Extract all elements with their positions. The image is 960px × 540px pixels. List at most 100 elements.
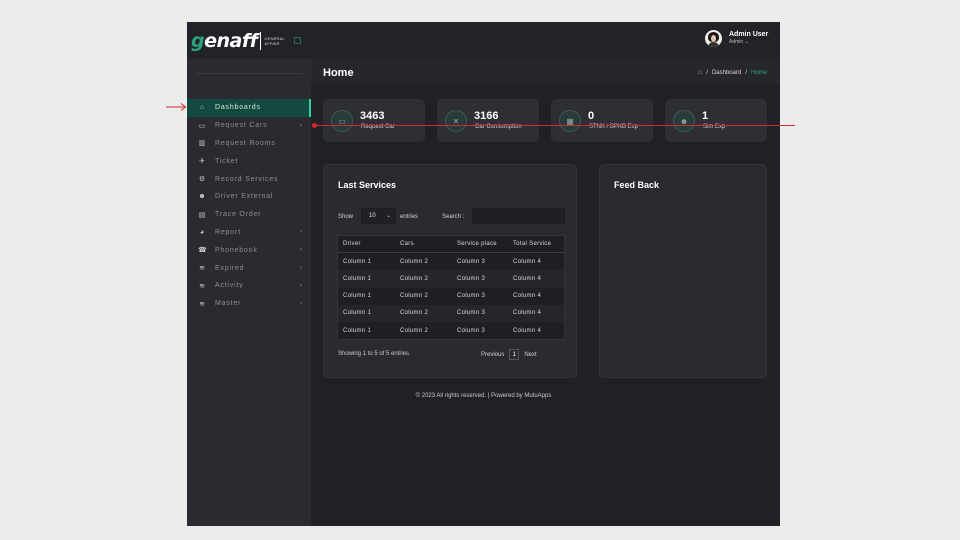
user-name[interactable]: Admin User [729, 31, 768, 38]
sidebar-item-trace-order[interactable]: ▤ Trace Order [187, 206, 311, 224]
table-cell: Column 4 [513, 327, 542, 334]
sidebar-nav: ⌂ Dashboards ▭ Request Cars › ▥ Request Rooms ✈… [187, 99, 311, 313]
search-label: Search : [442, 214, 465, 220]
panel-title: Feed Back [614, 180, 660, 190]
sidebar-toggle-icon[interactable] [293, 37, 301, 44]
chevron-right-icon: › [300, 300, 302, 307]
table-cell: Column 3 [457, 310, 486, 317]
page-header: Home ⌂ / Dashboard / Home [311, 59, 780, 85]
entries-select[interactable]: 10 ⌄ [361, 208, 396, 224]
sidebar-divider [196, 73, 302, 74]
sidebar-item-request-cars[interactable]: ▭ Request Cars › [187, 117, 311, 135]
top-header: Admin User Admin ⌄ [311, 22, 780, 59]
feedback-panel: Feed Back [599, 164, 767, 378]
chevron-right-icon: › [300, 282, 302, 289]
sidebar-item-label: Driver External [215, 193, 274, 201]
stat-value: 0 [588, 110, 595, 122]
chevron-down-icon: ⌄ [385, 213, 391, 219]
sidebar-item-label: Expired [215, 264, 245, 272]
chevron-right-icon: › [300, 229, 302, 236]
phone-icon: ☎ [198, 247, 207, 255]
table-cell: Column 4 [513, 258, 542, 265]
table-header-row: Driver Cars Service place Total Service [338, 236, 564, 254]
table-cell: Column 1 [343, 310, 372, 317]
sidebar-item-label: Trace Order [215, 211, 262, 219]
sidebar-item-label: Phonebook [215, 246, 258, 254]
sidebar-item-label: Master [215, 300, 242, 308]
sidebar-item-activity[interactable]: ≋ Activity › [187, 277, 311, 295]
home-icon: ⌂ [199, 104, 205, 112]
sidebar-item-expired[interactable]: ≋ Expired › [187, 259, 311, 277]
table-cell: Column 4 [513, 275, 542, 282]
sidebar-item-report[interactable]: ◕ Report › [187, 224, 311, 242]
table-cell: Column 4 [513, 310, 542, 317]
stat-value: 1 [702, 110, 709, 122]
breadcrumb-separator: / [745, 69, 747, 76]
sidebar-item-label: Request Cars [215, 122, 268, 130]
app-window: genaff GENERAL AFFAIR ⌂ Dashboards ▭ Request… [187, 22, 780, 526]
breadcrumb: ⌂ / Dashboard / Home [698, 69, 767, 76]
sidebar-item-record-services[interactable]: ⚙ Record Services [187, 170, 311, 188]
table-row[interactable]: Column 1 Column 2 Column 3 Column 4 [338, 270, 564, 288]
table-info: Showing 1 to 5 of 5 entries [338, 351, 410, 357]
breadcrumb-current: Home [750, 69, 767, 76]
page-title: Home [323, 67, 354, 79]
stat-card-stnk-bpkb-exp[interactable]: ▦ 0 STNK / BPKB Exp [551, 99, 653, 142]
logo-wordmark: genaff [191, 29, 258, 52]
previous-button[interactable]: Previous [481, 352, 504, 358]
car-icon: ▭ [331, 110, 353, 132]
table-cell: Column 2 [400, 258, 429, 265]
table-row[interactable]: Column 1 Column 2 Column 3 Column 4 [338, 288, 564, 305]
plane-icon: ✈ [199, 158, 205, 166]
user-role-dropdown[interactable]: Admin ⌄ [729, 39, 749, 45]
logo-divider [260, 31, 262, 50]
column-header[interactable]: Total Service [508, 241, 564, 247]
last-services-panel: Last Services Show 10 ⌄ entries Search :… [323, 164, 577, 378]
table-cell: Column 2 [400, 275, 429, 282]
stat-value: 3463 [360, 110, 385, 122]
column-header[interactable]: Service place [452, 241, 508, 247]
home-icon[interactable]: ⌂ [698, 69, 702, 76]
car-icon: ▭ [198, 122, 206, 130]
user-icon: ☻ [673, 110, 695, 132]
chevron-right-icon: › [300, 247, 302, 254]
table-row[interactable]: Column 1 Column 2 Column 3 Column 4 [338, 253, 564, 270]
stat-card-car-consumption[interactable]: ✕ 3166 Car Consumption [437, 99, 539, 142]
sidebar-item-label: Record Services [215, 175, 279, 183]
brand-logo[interactable]: genaff GENERAL AFFAIR [187, 22, 311, 59]
sidebar-item-request-rooms[interactable]: ▥ Request Rooms [187, 135, 311, 153]
user-icon: ☻ [198, 193, 206, 201]
page-1-button[interactable]: 1 [509, 349, 520, 360]
table-cell: Column 2 [400, 310, 429, 317]
sidebar-item-driver-external[interactable]: ☻ Driver External [187, 188, 311, 206]
table-cell: Column 2 [400, 293, 429, 300]
breadcrumb-separator: / [706, 69, 708, 76]
stat-card-sim-exp[interactable]: ☻ 1 Sim Exp [665, 99, 767, 142]
fuel-icon: ✕ [445, 110, 467, 132]
sidebar-item-ticket[interactable]: ✈ Ticket [187, 152, 311, 170]
entries-label: entries [400, 214, 419, 220]
next-button[interactable]: Next [524, 352, 536, 358]
database-icon: ≋ [199, 265, 205, 273]
stat-card-request-car[interactable]: ▭ 3463 Request Car [323, 99, 425, 142]
database-icon: ≋ [199, 282, 205, 290]
table-cell: Column 1 [343, 293, 372, 300]
column-header[interactable]: Cars [395, 241, 452, 247]
search-input[interactable] [472, 208, 565, 224]
sidebar-item-master[interactable]: ≋ Master › [187, 295, 311, 313]
table-row[interactable]: Column 1 Column 2 Column 3 Column 4 [338, 322, 564, 339]
avatar[interactable] [705, 30, 722, 47]
table-cell: Column 3 [457, 327, 486, 334]
sidebar: genaff GENERAL AFFAIR ⌂ Dashboards ▭ Request… [187, 22, 311, 526]
stat-value: 3166 [474, 110, 499, 122]
chevron-right-icon: › [300, 122, 302, 129]
table-row[interactable]: Column 1 Column 2 Column 3 Column 4 [338, 304, 564, 322]
sidebar-item-label: Report [215, 228, 241, 236]
table-cell: Column 3 [457, 293, 486, 300]
table-cell: Column 1 [343, 275, 372, 282]
sidebar-item-phonebook[interactable]: ☎ Phonebook › [187, 241, 311, 259]
sidebar-item-dashboards[interactable]: ⌂ Dashboards [187, 99, 311, 117]
breadcrumb-link-dashboard[interactable]: Dashboard [712, 70, 741, 76]
column-header[interactable]: Driver [338, 241, 395, 247]
building-icon: ▥ [198, 140, 206, 148]
